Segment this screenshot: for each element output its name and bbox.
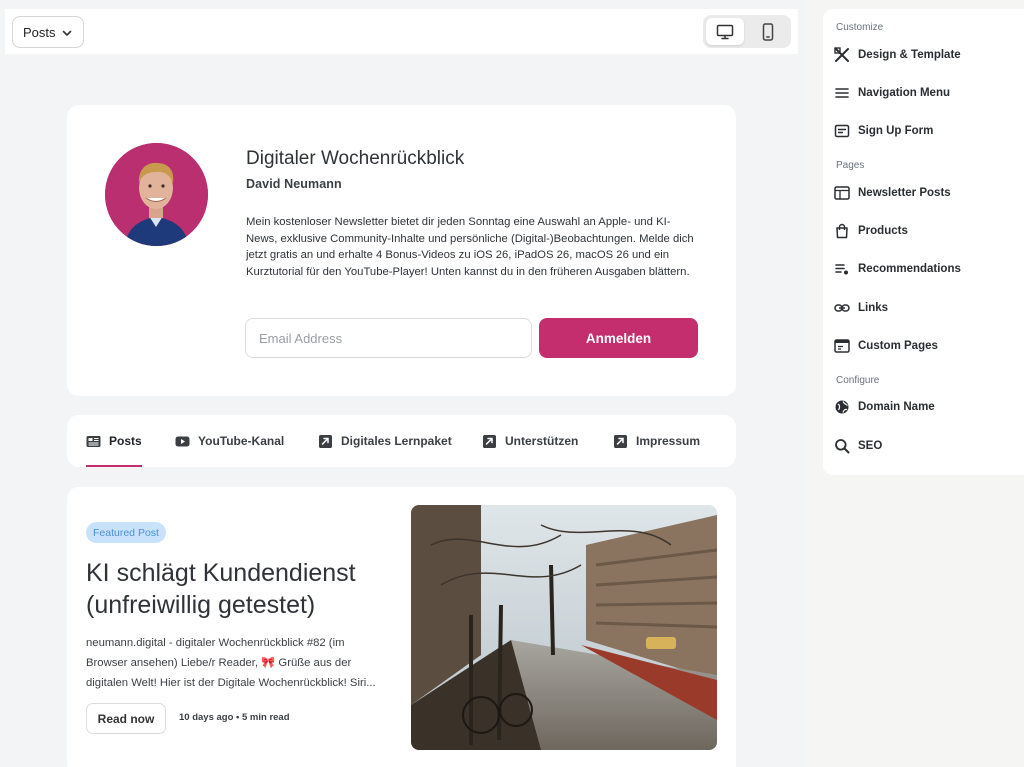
tab-impressum-label: Impressum <box>636 434 701 448</box>
mobile-preview-button[interactable] <box>749 18 787 45</box>
external-link-icon <box>614 434 627 448</box>
section-label-customize: Customize <box>836 22 884 33</box>
nav-recommendations[interactable]: Recommendations <box>834 257 1014 281</box>
tab-impressum[interactable]: Impressum <box>613 415 700 467</box>
post-thumbnail[interactable] <box>411 505 717 750</box>
author-avatar <box>105 143 208 246</box>
tab-posts-label: Posts <box>109 434 142 448</box>
external-link-icon <box>319 434 332 448</box>
chevron-down-icon <box>62 30 72 36</box>
post-excerpt: neumann.digital - digitaler Wochenrückbl… <box>86 637 376 689</box>
nav-domain-name-label: Domain Name <box>858 401 935 413</box>
mobile-icon <box>762 22 774 41</box>
section-label-configure: Configure <box>836 375 880 386</box>
nav-domain-name[interactable]: Domain Name <box>834 395 1014 419</box>
nav-navigation-menu-label: Navigation Menu <box>858 87 951 99</box>
tab-youtube[interactable]: YouTube-Kanal <box>175 415 284 467</box>
form-icon <box>834 123 850 139</box>
external-link-icon <box>483 434 496 448</box>
nav-design-template[interactable]: Design & Template <box>834 43 1014 67</box>
publication-author: David Neumann <box>246 177 342 191</box>
nav-signup-form[interactable]: Sign Up Form <box>834 119 1014 143</box>
settings-panel: Customize Design & Template Navigation M… <box>823 9 1024 475</box>
nav-custom-pages-label: Custom Pages <box>858 340 938 352</box>
nav-newsletter-posts[interactable]: Newsletter Posts <box>834 181 1014 205</box>
tab-unterstuetzen-label: Unterstützen <box>505 434 579 448</box>
tab-youtube-label: YouTube-Kanal <box>198 434 285 448</box>
nav-recommendations-label: Recommendations <box>858 263 961 275</box>
publication-title: Digitaler Wochenrückblick <box>246 148 465 169</box>
preview-toolbar <box>5 9 798 54</box>
menu-icon <box>834 85 850 101</box>
featured-badge: Featured Post <box>86 522 166 543</box>
list-star-icon <box>834 261 850 277</box>
youtube-icon <box>175 436 190 446</box>
email-field[interactable] <box>245 318 532 358</box>
tab-lernpaket[interactable]: Digitales Lernpaket <box>318 415 452 467</box>
view-select[interactable]: Posts <box>12 16 84 48</box>
nav-links-label: Links <box>858 302 889 314</box>
post-title[interactable]: KI schlägt Kundendienst (unfreiwillig ge… <box>86 557 396 621</box>
publication-header: Digitaler Wochenrückblick David Neumann … <box>67 105 736 396</box>
nav-navigation-menu[interactable]: Navigation Menu <box>834 81 1014 105</box>
nav-newsletter-posts-label: Newsletter Posts <box>858 187 951 199</box>
section-label-pages: Pages <box>836 160 865 171</box>
post-meta: 10 days ago • 5 min read <box>179 712 290 723</box>
newspaper-icon <box>834 185 850 201</box>
pages-icon <box>834 338 850 354</box>
nav-seo-label: SEO <box>858 440 883 452</box>
view-select-value: Posts <box>23 24 56 40</box>
read-now-button[interactable]: Read now <box>86 703 166 734</box>
globe-icon <box>834 399 850 415</box>
shopping-bag-icon <box>834 223 850 239</box>
nav-seo[interactable]: SEO <box>834 434 1014 458</box>
tab-unterstuetzen[interactable]: Unterstützen <box>482 415 578 467</box>
desktop-preview-button[interactable] <box>706 18 744 45</box>
design-tools-icon <box>834 47 850 63</box>
nav-design-template-label: Design & Template <box>858 49 961 61</box>
desktop-icon <box>716 24 734 39</box>
preview-canvas: Posts Digitaler Wochenrückblick David Ne… <box>0 0 805 767</box>
publication-description: Mein kostenloser Newsletter bietet dir j… <box>246 216 694 278</box>
nav-products[interactable]: Products <box>834 219 1014 243</box>
tab-posts[interactable]: Posts <box>86 415 142 467</box>
search-icon <box>834 438 850 454</box>
publication-tabs: Posts YouTube-Kanal Digitales Lernpaket … <box>67 415 736 467</box>
device-toggle <box>703 15 791 48</box>
subscribe-button[interactable]: Anmelden <box>539 318 698 358</box>
nav-products-label: Products <box>858 225 908 237</box>
featured-post-card[interactable]: Featured Post KI schlägt Kundendienst (u… <box>67 487 736 767</box>
nav-custom-pages[interactable]: Custom Pages <box>834 334 1014 358</box>
nav-links[interactable]: Links <box>834 296 1014 320</box>
link-icon <box>834 300 850 316</box>
newspaper-icon <box>86 435 101 447</box>
tab-lernpaket-label: Digitales Lernpaket <box>341 434 452 448</box>
nav-signup-form-label: Sign Up Form <box>858 125 934 137</box>
